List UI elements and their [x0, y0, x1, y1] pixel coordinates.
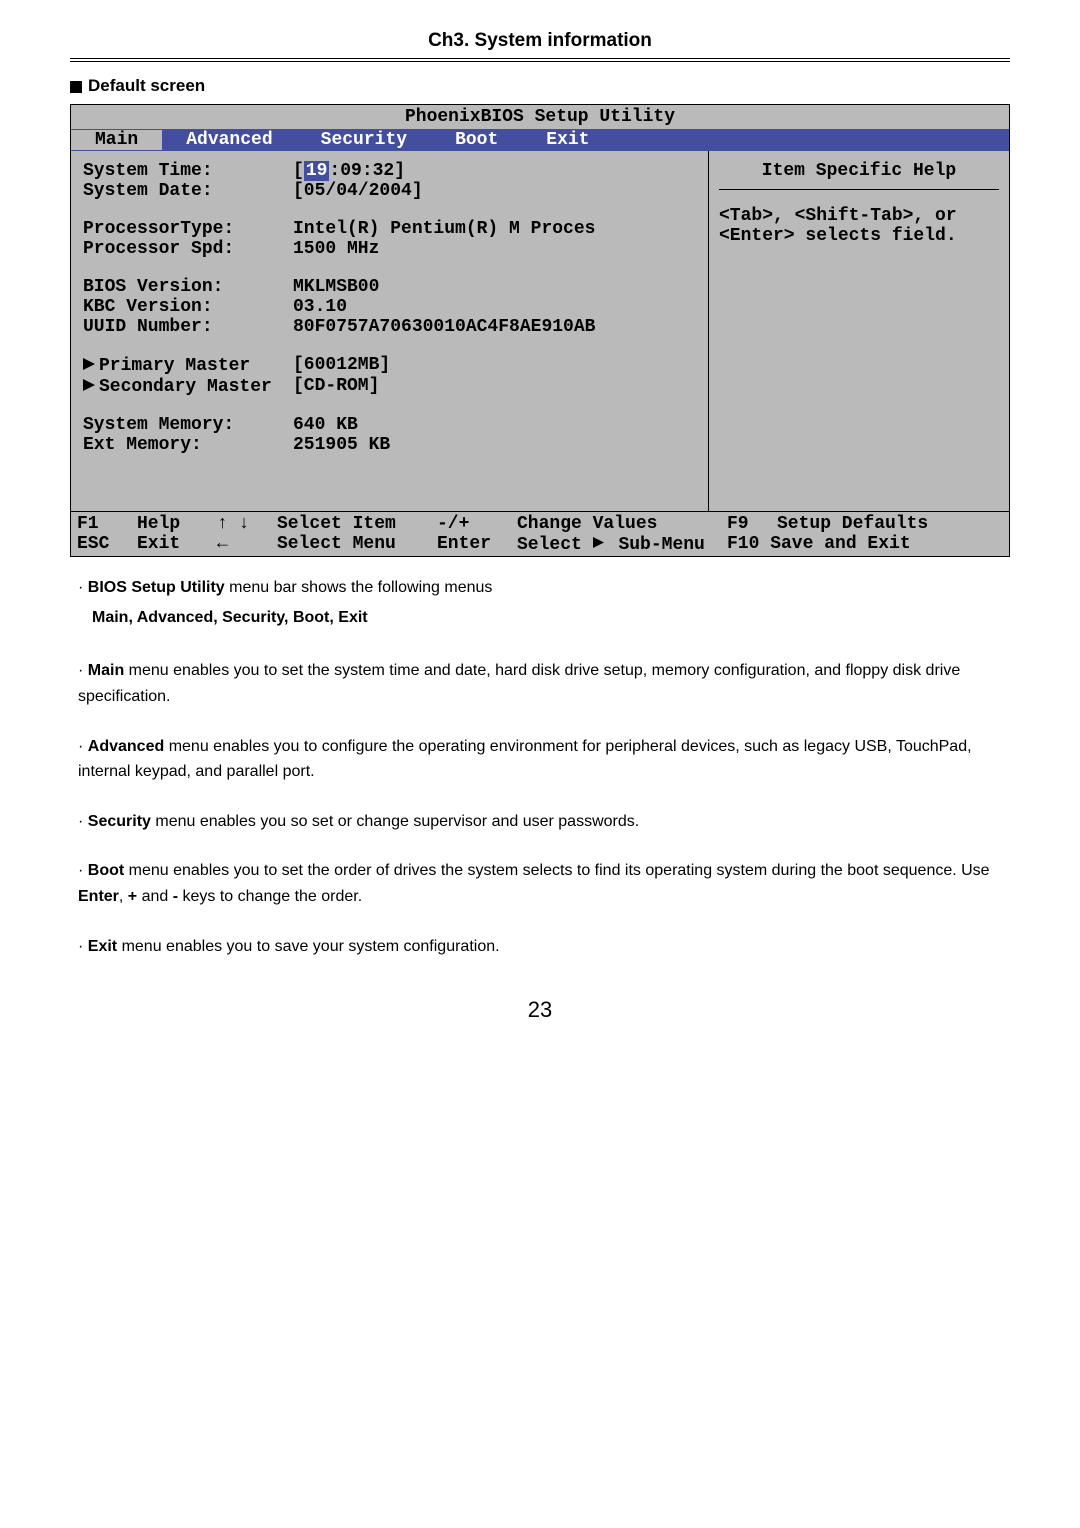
- label-select-menu: Select Menu: [277, 534, 437, 555]
- label-bios-ver: BIOS Version:: [83, 277, 293, 297]
- label-proc-spd: Processor Spd:: [83, 239, 293, 259]
- bios-screen: PhoenixBIOS Setup Utility Main Advanced …: [70, 104, 1010, 557]
- tab-security[interactable]: Security: [297, 130, 431, 150]
- bios-footer: F1 Help ↑ ↓ Selcet Item -/+ Change Value…: [71, 511, 1009, 557]
- chapter-title: Ch3. System information: [70, 30, 1010, 52]
- value-system-date[interactable]: [05/04/2004]: [293, 181, 696, 201]
- value-uuid: 80F0757A70630010AC4F8AE910AB: [293, 317, 696, 337]
- label-select-sub-menu: Select Sub-Menu: [517, 534, 727, 555]
- section-title: Default screen: [70, 76, 1010, 96]
- label-system-date: System Date:: [83, 181, 293, 201]
- key-f1: F1: [77, 514, 137, 534]
- key-enter: Enter: [437, 534, 517, 555]
- section-title-text: Default screen: [88, 76, 205, 95]
- label-select-item: Selcet Item: [277, 514, 437, 534]
- help-text-2: <Enter> selects field.: [719, 226, 999, 246]
- label-exit: Exit: [137, 534, 217, 555]
- label-ext-memory: Ext Memory:: [83, 435, 293, 455]
- paragraph: Main, Advanced, Security, Boot, Exit: [92, 605, 1010, 631]
- value-kbc-ver: 03.10: [293, 297, 696, 317]
- label-sys-memory: System Memory:: [83, 415, 293, 435]
- label-uuid: UUID Number:: [83, 317, 293, 337]
- page-number: 23: [70, 997, 1010, 1023]
- key-plus-minus: -/+: [437, 514, 517, 534]
- help-header: Item Specific Help: [719, 161, 999, 190]
- label-help: Help: [137, 514, 217, 534]
- tab-advanced[interactable]: Advanced: [162, 130, 296, 150]
- tab-main[interactable]: Main: [71, 130, 162, 150]
- value-bios-ver: MKLMSB00: [293, 277, 696, 297]
- value-secondary-master: [CD-ROM]: [293, 376, 696, 397]
- key-arrows-up-down: ↑ ↓: [217, 514, 277, 534]
- triangle-right-icon: [593, 534, 604, 554]
- tab-exit[interactable]: Exit: [522, 130, 613, 150]
- label-system-time: System Time:: [83, 161, 293, 181]
- square-bullet-icon: [70, 81, 82, 93]
- key-arrow-left: ←: [217, 534, 277, 555]
- value-system-time[interactable]: [19:09:32]: [293, 161, 696, 181]
- paragraph: · Boot menu enables you to set the order…: [78, 858, 1010, 909]
- tab-boot[interactable]: Boot: [431, 130, 522, 150]
- value-sys-memory: 640 KB: [293, 415, 696, 435]
- label-primary-master[interactable]: Primary Master: [83, 355, 293, 376]
- key-f9: F9: [727, 514, 777, 534]
- paragraph: · Main menu enables you to set the syste…: [78, 658, 1010, 709]
- value-proc-type: Intel(R) Pentium(R) M Proces: [293, 219, 696, 239]
- bios-help-pane: Item Specific Help <Tab>, <Shift-Tab>, o…: [708, 151, 1009, 511]
- value-primary-master: [60012MB]: [293, 355, 696, 376]
- paragraph: · Advanced menu enables you to configure…: [78, 734, 1010, 785]
- value-proc-spd: 1500 MHz: [293, 239, 696, 259]
- value-ext-memory: 251905 KB: [293, 435, 696, 455]
- label-proc-type: ProcessorType:: [83, 219, 293, 239]
- label-change-values: Change Values: [517, 514, 727, 534]
- label-kbc-ver: KBC Version:: [83, 297, 293, 317]
- divider: [70, 58, 1010, 62]
- triangle-right-icon: [83, 355, 95, 375]
- bios-body: System Time:[19:09:32] System Date:[05/0…: [71, 151, 1009, 511]
- paragraph: · BIOS Setup Utility menu bar shows the …: [78, 575, 1010, 601]
- help-text-1: <Tab>, <Shift-Tab>, or: [719, 206, 999, 226]
- bios-left: System Time:[19:09:32] System Date:[05/0…: [71, 151, 708, 511]
- label-secondary-master[interactable]: Secondary Master: [83, 376, 293, 397]
- triangle-right-icon: [83, 376, 95, 396]
- time-hh-selected[interactable]: 19: [304, 161, 330, 181]
- paragraph: · Security menu enables you so set or ch…: [78, 809, 1010, 835]
- key-esc: ESC: [77, 534, 137, 555]
- bios-title: PhoenixBIOS Setup Utility: [71, 105, 1009, 129]
- label-f10-save-exit: F10 Save and Exit: [727, 534, 911, 555]
- label-setup-defaults: Setup Defaults: [777, 514, 928, 534]
- bios-menubar: Main Advanced Security Boot Exit: [71, 129, 1009, 151]
- paragraph: · Exit menu enables you to save your sys…: [78, 934, 1010, 960]
